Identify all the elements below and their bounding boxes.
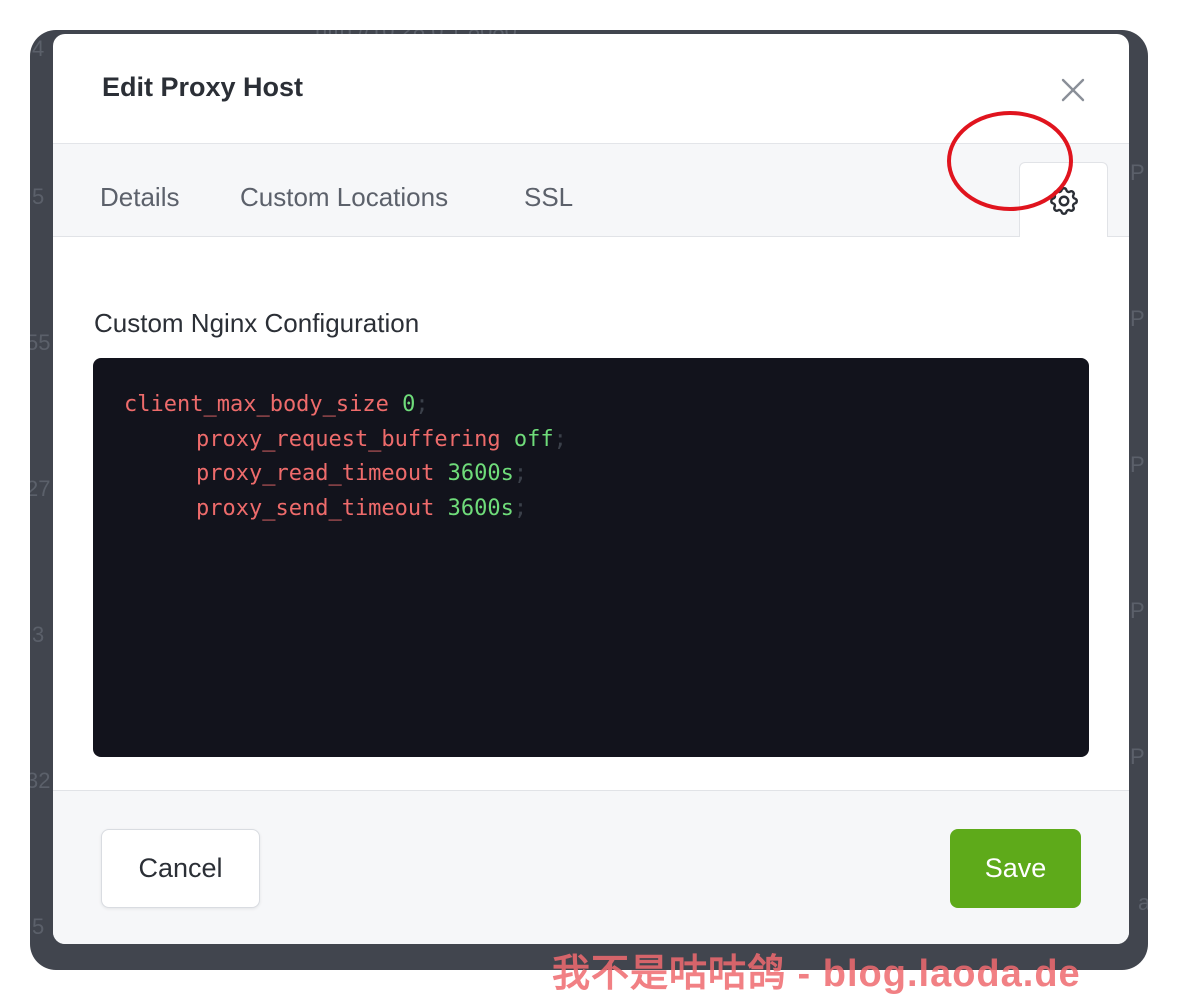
- background-text: P: [1130, 744, 1145, 769]
- tab-details[interactable]: Details: [100, 182, 179, 213]
- tab-custom-locations[interactable]: Custom Locations: [240, 182, 448, 213]
- code-line: proxy_read_timeout 3600s;: [196, 461, 528, 486]
- edit-proxy-host-modal: Edit Proxy Host Details Custom Locations…: [53, 34, 1129, 944]
- gear-icon: [1050, 187, 1078, 215]
- section-label: Custom Nginx Configuration: [94, 308, 420, 338]
- background-text: 27: [30, 476, 51, 501]
- save-button[interactable]: Save: [950, 829, 1081, 908]
- background-text: a: [1138, 890, 1148, 915]
- background-text: P: [1130, 306, 1145, 331]
- background-text: 5: [32, 914, 45, 939]
- background-text: 5: [32, 184, 45, 209]
- background-text: 32: [30, 768, 51, 793]
- modal-footer: Cancel Save: [53, 790, 1129, 944]
- modal-header: Edit Proxy Host: [53, 34, 1129, 144]
- code-line: client_max_body_size 0;: [124, 392, 429, 417]
- tab-bar: Details Custom Locations SSL: [53, 144, 1129, 237]
- nginx-config-editor[interactable]: client_max_body_size 0; proxy_request_buf…: [93, 358, 1089, 757]
- background-text: 55: [30, 330, 51, 355]
- tab-advanced-settings[interactable]: [1019, 162, 1108, 237]
- background-text: P: [1130, 160, 1145, 185]
- background-text: 3: [32, 622, 45, 647]
- background-text: 4: [32, 36, 45, 61]
- code-line: proxy_request_buffering off;: [196, 426, 567, 452]
- code-line: proxy_send_timeout 3600s;: [196, 495, 528, 521]
- close-icon[interactable]: [1059, 76, 1087, 104]
- tab-ssl[interactable]: SSL: [524, 182, 573, 213]
- background-text: P: [1130, 452, 1145, 477]
- modal-title: Edit Proxy Host: [102, 72, 304, 102]
- cancel-button[interactable]: Cancel: [101, 829, 260, 908]
- watermark: 我不是咕咕鸽 - blog.laoda.de: [552, 953, 1081, 995]
- background-text: P: [1130, 598, 1145, 623]
